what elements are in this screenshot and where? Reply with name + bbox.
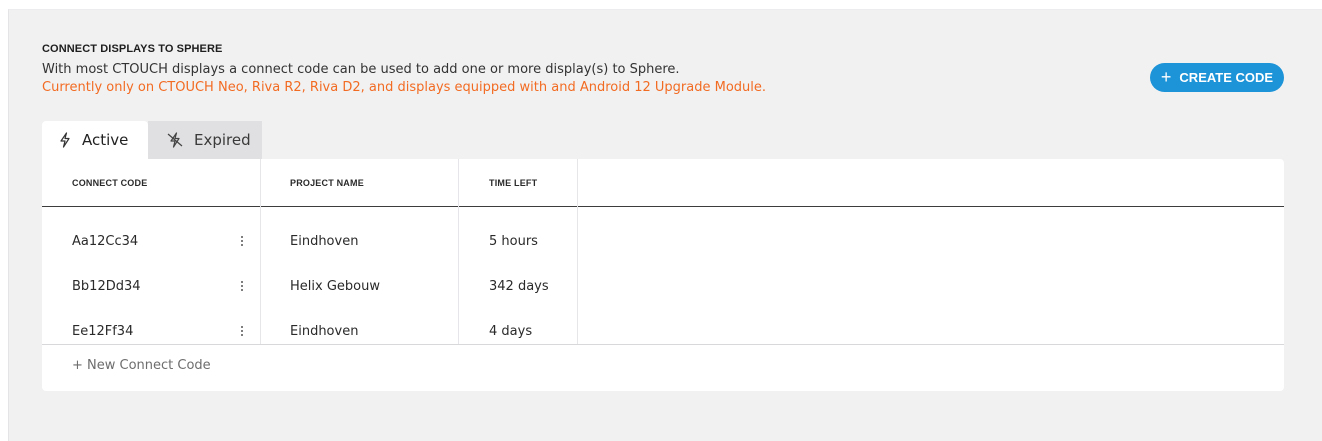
tab-expired-label: Expired — [194, 131, 251, 149]
table-footer-divider — [42, 344, 1284, 345]
tab-active-label: Active — [82, 131, 129, 149]
project-name-cell: Eindhoven — [290, 323, 359, 339]
connect-code-cell: Bb12Dd34 — [72, 278, 141, 294]
code-status-tabs: Active Expired — [42, 121, 262, 159]
column-connect-code[interactable]: CONNECT CODE — [72, 159, 147, 207]
section-description: With most CTOUCH displays a connect code… — [42, 62, 680, 77]
tab-expired[interactable]: Expired — [148, 121, 262, 159]
table-row[interactable]: Aa12Cc34 Eindhoven 5 hours — [42, 218, 1284, 264]
plus-icon: + — [1160, 66, 1172, 87]
project-name-cell: Helix Gebouw — [290, 278, 380, 294]
row-menu-icon[interactable] — [235, 218, 249, 264]
row-menu-icon[interactable] — [235, 308, 249, 354]
section-title: CONNECT DISPLAYS TO SPHERE — [42, 43, 223, 55]
availability-note: Currently only on CTOUCH Neo, Riva R2, R… — [42, 80, 767, 95]
tab-active[interactable]: Active — [42, 121, 148, 159]
column-time-left[interactable]: TIME LEFT — [489, 159, 537, 207]
connect-code-cell: Aa12Cc34 — [72, 233, 139, 249]
table-row[interactable]: Bb12Dd34 Helix Gebouw 342 days — [42, 263, 1284, 309]
create-code-label: CREATE CODE — [1179, 70, 1274, 85]
new-connect-code-link[interactable]: + New Connect Code — [72, 358, 211, 373]
bolt-icon — [58, 132, 72, 148]
time-left-cell: 342 days — [489, 278, 549, 294]
connect-codes-table: CONNECT CODE PROJECT NAME TIME LEFT Aa12… — [42, 159, 1284, 391]
time-left-cell: 4 days — [489, 323, 533, 339]
project-name-cell: Eindhoven — [290, 233, 359, 249]
table-header: CONNECT CODE PROJECT NAME TIME LEFT — [42, 159, 1284, 207]
connect-code-cell: Ee12Ff34 — [72, 323, 134, 339]
column-project-name[interactable]: PROJECT NAME — [290, 159, 364, 207]
create-code-button[interactable]: + CREATE CODE — [1150, 63, 1284, 92]
time-left-cell: 5 hours — [489, 233, 538, 249]
table-row[interactable]: Ee12Ff34 Eindhoven 4 days — [42, 308, 1284, 354]
row-menu-icon[interactable] — [235, 263, 249, 309]
bolt-off-icon — [166, 132, 184, 148]
